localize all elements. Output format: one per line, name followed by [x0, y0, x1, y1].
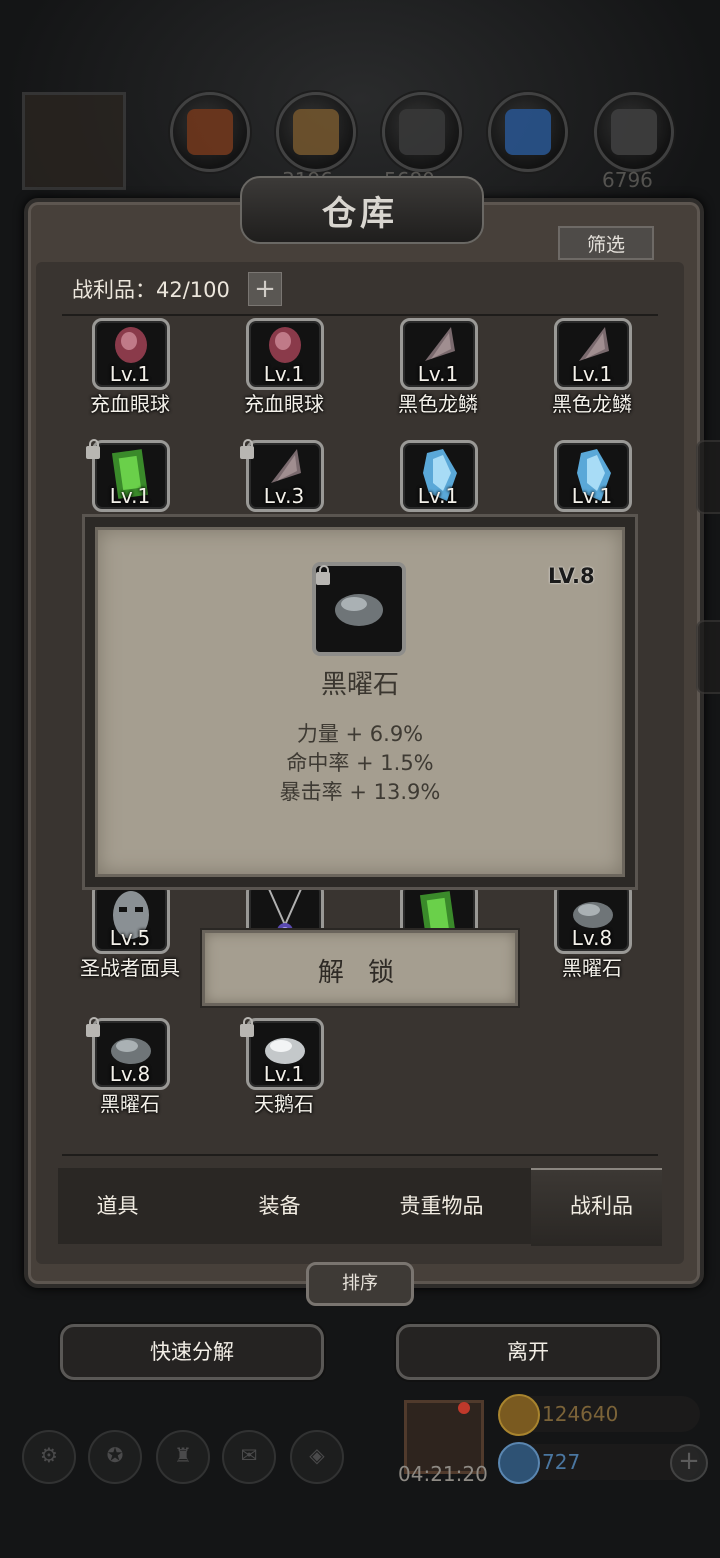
gem-value: 727: [542, 1450, 581, 1474]
guild-icon[interactable]: ♜: [156, 1430, 210, 1484]
divider: [62, 1154, 658, 1156]
resource-meat-icon: [170, 92, 250, 172]
item-level: Lv.1: [109, 362, 151, 386]
gold-coin-icon: [498, 1394, 540, 1436]
popup-stat-strength: 力量 + 6.9%: [296, 722, 424, 746]
leave-button[interactable]: 离开: [396, 1324, 660, 1380]
item-level: Lv.8: [571, 926, 613, 950]
unlock-button-label[interactable]: 解 锁: [202, 952, 518, 989]
settings-icon[interactable]: ⚙: [22, 1430, 76, 1484]
quick-decompose-button[interactable]: 快速分解: [60, 1324, 324, 1380]
lock-icon: [316, 565, 330, 585]
popup-stat-accuracy: 命中率 + 1.5%: [286, 751, 434, 775]
item-name: 黑曜石: [100, 1092, 160, 1116]
side-tab[interactable]: [696, 620, 720, 694]
resource-wood-icon: [276, 92, 356, 172]
inventory-item[interactable]: Lv.8 黑曜石: [516, 882, 668, 992]
item-name: 充血眼球: [244, 392, 324, 416]
inventory-item[interactable]: Lv.1 黑色龙鳞: [516, 318, 668, 428]
expand-capacity-button[interactable]: +: [248, 272, 282, 306]
item-level: Lv.5: [109, 926, 151, 950]
lock-icon: [86, 439, 100, 459]
popup-stat-crit: 暴击率 + 13.9%: [279, 780, 441, 804]
gold-value: 124640: [542, 1402, 619, 1426]
tab-valuables[interactable]: 贵重物品: [366, 1190, 517, 1220]
mail-icon[interactable]: ✉: [222, 1430, 276, 1484]
item-level: Lv.1: [417, 362, 459, 386]
lock-icon: [240, 439, 254, 459]
item-name: 黑色龙鳞: [398, 392, 478, 416]
resource-iron-icon: [594, 92, 674, 172]
divider: [62, 314, 658, 316]
inventory-item[interactable]: Lv.1 充血眼球: [208, 318, 360, 428]
popup-item-name: 黑曜石: [320, 670, 399, 700]
item-name: 充血眼球: [90, 392, 170, 416]
inventory-item[interactable]: Lv.8 黑曜石: [54, 1017, 206, 1128]
item-level: Lv.1: [263, 1062, 305, 1086]
gift-timer: 04:21:20: [398, 1462, 488, 1486]
tab-loot[interactable]: 战利品: [526, 1190, 677, 1220]
shop-icon[interactable]: ◈: [290, 1430, 344, 1484]
filter-button[interactable]: 筛选: [558, 226, 654, 260]
gem-icon: [498, 1442, 540, 1484]
notification-dot: [458, 1402, 470, 1414]
item-name: 圣战者面具: [80, 956, 180, 980]
resource-iron-value: 6796: [602, 168, 653, 192]
popup-level: LV.8: [548, 564, 595, 588]
item-level: Lv.1: [417, 484, 459, 508]
add-currency-button[interactable]: +: [670, 1444, 708, 1482]
resource-stone-icon: [382, 92, 462, 172]
tab-items[interactable]: 道具: [42, 1190, 193, 1220]
lock-icon: [86, 1017, 100, 1037]
item-level: Lv.3: [263, 484, 305, 508]
item-name: 天鹅石: [254, 1092, 314, 1116]
inventory-item[interactable]: Lv.1 充血眼球: [54, 318, 206, 428]
resource-crystal-icon: [488, 92, 568, 172]
side-tab[interactable]: [696, 440, 720, 514]
inventory-item[interactable]: Lv.1 黑色龙鳞: [362, 318, 514, 428]
item-level: Lv.1: [571, 362, 613, 386]
lock-icon: [240, 1017, 254, 1037]
item-level: Lv.1: [109, 484, 151, 508]
sort-button[interactable]: 排序: [306, 1262, 414, 1306]
inventory-item[interactable]: Lv.1 天鹅石: [208, 1017, 360, 1128]
capacity-label: 战利品：42/100: [72, 278, 230, 302]
avatar[interactable]: [22, 92, 126, 190]
tab-equipment[interactable]: 装备: [204, 1190, 355, 1220]
item-name: 黑曜石: [562, 956, 622, 980]
item-level: Lv.8: [109, 1062, 151, 1086]
page-title: 仓库: [322, 194, 398, 234]
item-name: 黑色龙鳞: [552, 392, 632, 416]
item-level: Lv.1: [263, 362, 305, 386]
achievement-icon[interactable]: ✪: [88, 1430, 142, 1484]
inventory-item[interactable]: Lv.5 圣战者面具: [54, 882, 206, 992]
item-level: Lv.1: [571, 484, 613, 508]
